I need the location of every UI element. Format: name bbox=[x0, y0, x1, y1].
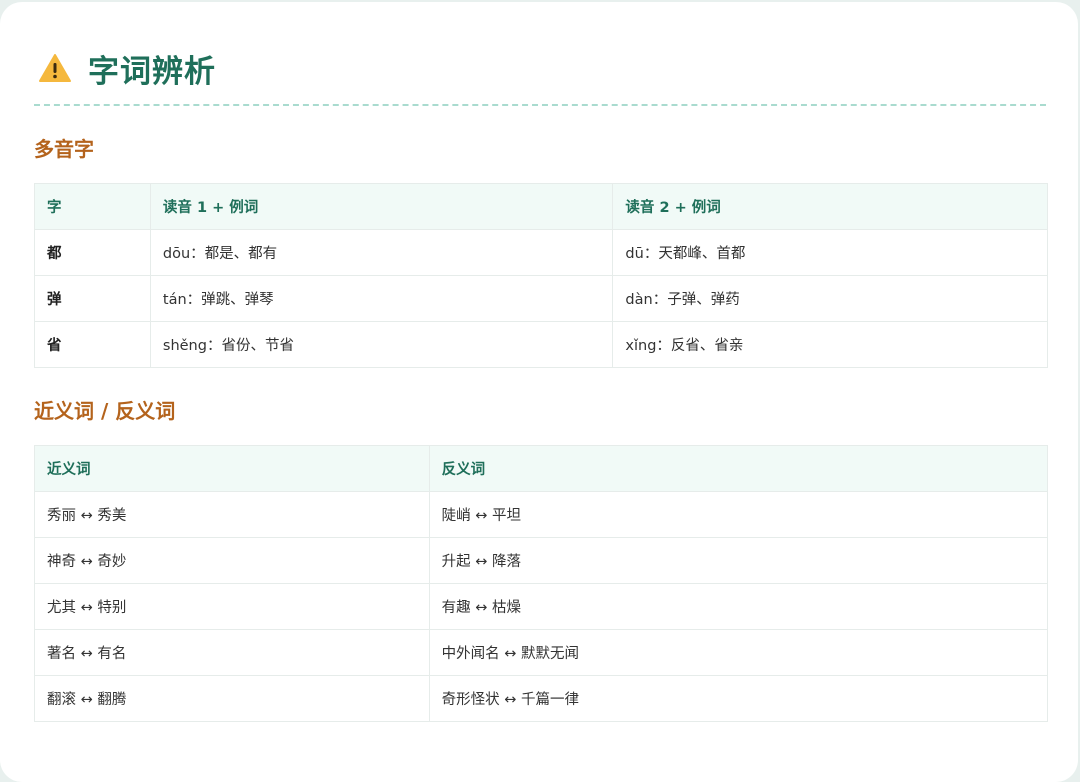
polyphone-table: 字 读音 1 + 例词 读音 2 + 例词 都 dōu：都是、都有 dū：天都峰… bbox=[34, 183, 1048, 368]
table-cell: shěng：省份、节省 bbox=[149, 321, 614, 368]
table-row: 尤其 ↔ 特别 有趣 ↔ 枯燥 bbox=[34, 583, 1049, 630]
column-header: 读音 1 + 例词 bbox=[149, 183, 614, 230]
table-header-row: 字 读音 1 + 例词 读音 2 + 例词 bbox=[34, 183, 1048, 230]
table-cell-char: 都 bbox=[34, 229, 151, 276]
table-row: 都 dōu：都是、都有 dū：天都峰、首都 bbox=[34, 229, 1048, 276]
column-header: 反义词 bbox=[428, 445, 1049, 492]
table-cell: 神奇 ↔ 奇妙 bbox=[34, 537, 430, 584]
page-header: 字词辨析 bbox=[34, 38, 1046, 98]
table-cell-char: 弹 bbox=[34, 275, 151, 322]
table-cell: 著名 ↔ 有名 bbox=[34, 629, 430, 676]
page-title: 字词辨析 bbox=[88, 53, 216, 90]
table-cell: tán：弹跳、弹琴 bbox=[149, 275, 614, 322]
table-row: 省 shěng：省份、节省 xǐng：反省、省亲 bbox=[34, 321, 1048, 368]
table-cell: 中外闻名 ↔ 默默无闻 bbox=[428, 629, 1049, 676]
column-header: 读音 2 + 例词 bbox=[612, 183, 1048, 230]
table-cell-char: 省 bbox=[34, 321, 151, 368]
column-header: 近义词 bbox=[34, 445, 430, 492]
table-row: 弹 tán：弹跳、弹琴 dàn：子弹、弹药 bbox=[34, 275, 1048, 322]
table-row: 翻滚 ↔ 翻腾 奇形怪状 ↔ 千篇一律 bbox=[34, 675, 1049, 722]
table-cell: 升起 ↔ 降落 bbox=[428, 537, 1049, 584]
title-divider bbox=[34, 104, 1046, 106]
table-row: 著名 ↔ 有名 中外闻名 ↔ 默默无闻 bbox=[34, 629, 1049, 676]
column-header: 字 bbox=[34, 183, 151, 230]
table-cell: 陡峭 ↔ 平坦 bbox=[428, 491, 1049, 538]
section-title-polyphone: 多音字 bbox=[34, 137, 94, 161]
table-row: 秀丽 ↔ 秀美 陡峭 ↔ 平坦 bbox=[34, 491, 1049, 538]
warning-icon bbox=[39, 54, 71, 82]
table-cell: 有趣 ↔ 枯燥 bbox=[428, 583, 1049, 630]
content-card: 字词辨析 多音字 字 读音 1 + 例词 读音 2 + 例词 都 dōu：都是、… bbox=[0, 2, 1078, 782]
table-cell: dōu：都是、都有 bbox=[149, 229, 614, 276]
section-title-synonyms: 近义词 / 反义词 bbox=[34, 399, 176, 423]
table-cell: 尤其 ↔ 特别 bbox=[34, 583, 430, 630]
table-cell: dū：天都峰、首都 bbox=[612, 229, 1048, 276]
table-cell: 奇形怪状 ↔ 千篇一律 bbox=[428, 675, 1049, 722]
table-cell: 秀丽 ↔ 秀美 bbox=[34, 491, 430, 538]
table-cell: xǐng：反省、省亲 bbox=[612, 321, 1048, 368]
table-row: 神奇 ↔ 奇妙 升起 ↔ 降落 bbox=[34, 537, 1049, 584]
table-header-row: 近义词 反义词 bbox=[34, 445, 1049, 492]
synonym-antonym-table: 近义词 反义词 秀丽 ↔ 秀美 陡峭 ↔ 平坦 神奇 ↔ 奇妙 升起 ↔ 降落 … bbox=[34, 445, 1049, 722]
table-cell: dàn：子弹、弹药 bbox=[612, 275, 1048, 322]
table-cell: 翻滚 ↔ 翻腾 bbox=[34, 675, 430, 722]
